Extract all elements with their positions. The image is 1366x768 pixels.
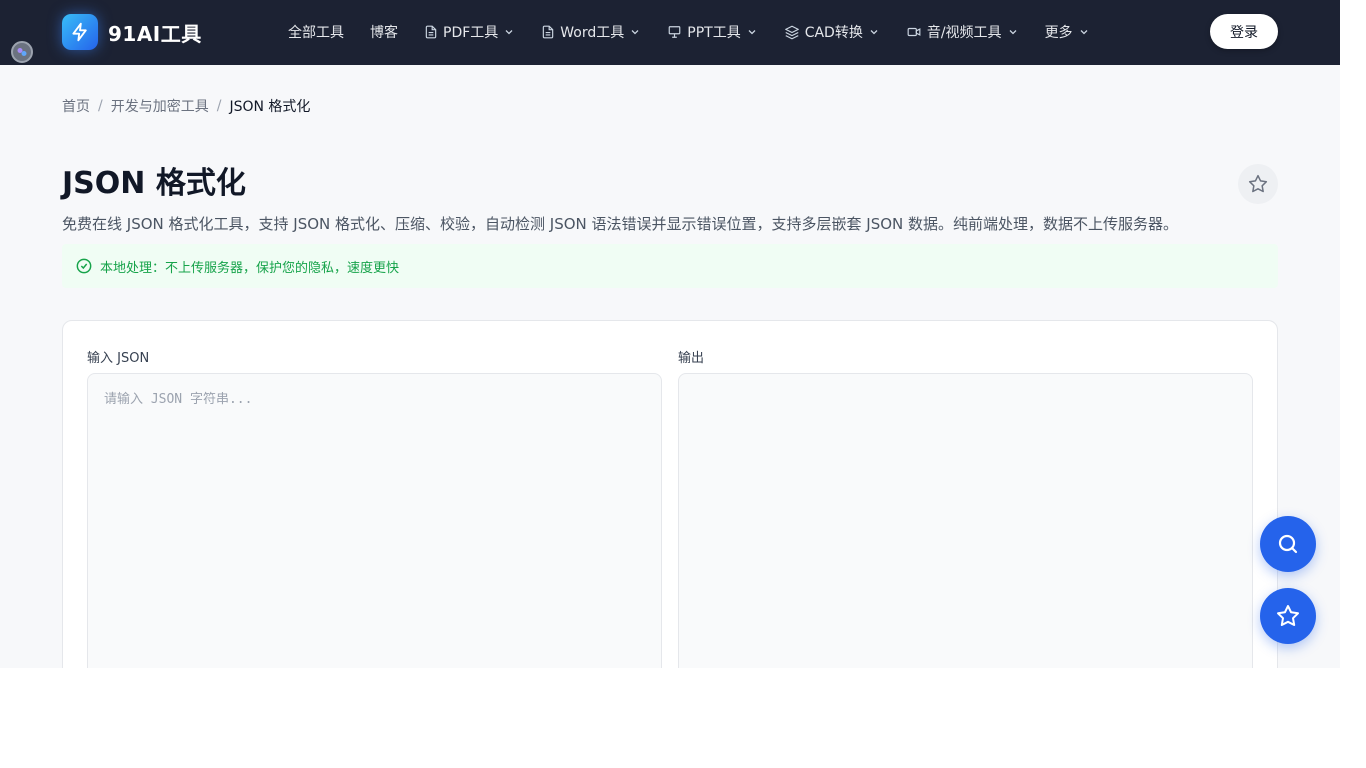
chevron-down-icon: [505, 30, 513, 35]
avatar[interactable]: [11, 41, 33, 63]
breadcrumb-separator: /: [216, 98, 222, 114]
nav-label: CAD转换: [804, 25, 863, 41]
chevron-down-icon: [1009, 30, 1017, 35]
file-icon: [425, 25, 437, 39]
json-input[interactable]: [87, 373, 662, 668]
nav-label: Word工具: [560, 25, 625, 41]
search-fab[interactable]: [1260, 516, 1316, 572]
nav-av-tools[interactable]: 音/视频工具: [906, 22, 1019, 42]
breadcrumb-current: JSON 格式化: [229, 99, 311, 115]
editor-card: 输入 JSON 输出: [62, 320, 1278, 668]
json-output[interactable]: [678, 373, 1253, 668]
brand-name: 91AI工具: [108, 21, 202, 46]
layers-icon: [784, 25, 799, 39]
chevron-down-icon: [870, 30, 878, 35]
breadcrumb-separator: /: [98, 98, 103, 114]
page-description: 免费在线 JSON 格式化工具，支持 JSON 格式化、压缩、校验，自动检测 J…: [62, 215, 1179, 233]
star-icon: [1248, 174, 1268, 193]
chevron-down-icon: [1080, 30, 1088, 35]
main-nav: 全部工具 博客 PDF工具 Word工具 PPT工具 CAD转换 音/视频工具 …: [288, 20, 1116, 44]
chevron-down-icon: [748, 30, 756, 35]
check-circle-icon: [76, 258, 92, 274]
breadcrumb: 首页 / 开发与加密工具 / JSON 格式化: [62, 96, 310, 116]
nav-word-tools[interactable]: Word工具: [541, 22, 641, 42]
nav-label: PDF工具: [443, 25, 499, 41]
presentation-icon: [668, 26, 681, 38]
notice-text: 本地处理：不上传服务器，保护您的隐私，速度更快: [100, 260, 400, 276]
nav-label: PPT工具: [687, 25, 741, 41]
nav-cad-convert[interactable]: CAD转换: [784, 22, 880, 42]
page-title: JSON 格式化: [62, 166, 246, 201]
site-logo[interactable]: 91AI工具: [62, 14, 202, 50]
output-label: 输出: [678, 351, 705, 366]
page-viewport: 91AI工具 全部工具 博客 PDF工具 Word工具 PPT工具 CAD转换 …: [0, 0, 1340, 668]
privacy-notice: 本地处理：不上传服务器，保护您的隐私，速度更快: [62, 244, 1278, 288]
input-label: 输入 JSON: [87, 351, 150, 366]
video-icon: [907, 27, 921, 37]
favorite-fab[interactable]: [1260, 588, 1316, 644]
search-icon: [1278, 534, 1298, 554]
nav-label: 音/视频工具: [926, 25, 1002, 41]
nav-label: 更多: [1044, 25, 1073, 41]
login-button[interactable]: 登录: [1210, 14, 1278, 49]
nav-more[interactable]: 更多: [1045, 22, 1090, 42]
nav-all-tools[interactable]: 全部工具: [288, 22, 344, 42]
breadcrumb-category[interactable]: 开发与加密工具: [111, 96, 209, 116]
file-icon: [543, 25, 554, 39]
nav-label: 全部工具: [288, 25, 344, 41]
favorite-button[interactable]: [1238, 164, 1278, 204]
lightning-icon: [62, 14, 98, 50]
chevron-down-icon: [631, 30, 639, 35]
nav-label: 博客: [370, 25, 398, 41]
top-navbar: 91AI工具 全部工具 博客 PDF工具 Word工具 PPT工具 CAD转换 …: [0, 0, 1340, 65]
nav-blog[interactable]: 博客: [370, 22, 398, 42]
breadcrumb-home[interactable]: 首页: [62, 96, 90, 116]
nav-ppt-tools[interactable]: PPT工具: [667, 22, 757, 42]
nav-pdf-tools[interactable]: PDF工具: [424, 22, 515, 42]
star-icon: [1277, 605, 1299, 626]
